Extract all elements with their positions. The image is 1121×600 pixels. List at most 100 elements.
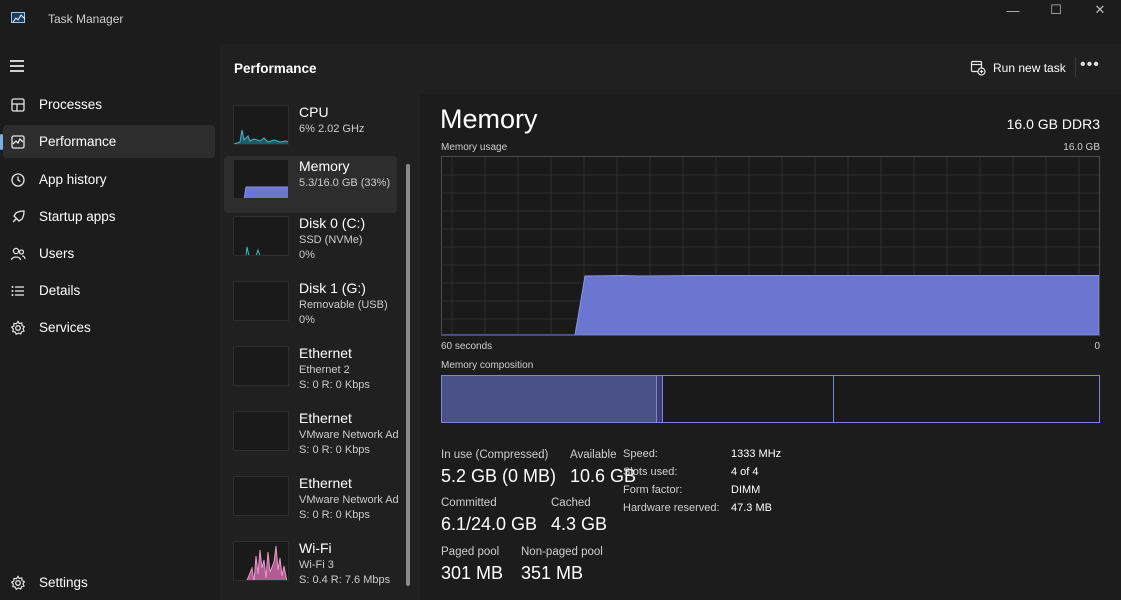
non-paged-pool-value: 351 MB: [521, 563, 584, 583]
device-detail: VMware Network Ad: [299, 494, 399, 506]
more-options-icon[interactable]: •••: [1080, 56, 1100, 74]
device-detail: Removable (USB): [299, 299, 388, 311]
device-usage: S: 0 R: 0 Kbps: [299, 444, 370, 456]
device-detail: 6% 2.02 GHz: [299, 123, 365, 135]
sidebar-item-label: Details: [39, 283, 81, 298]
page-title: Performance: [234, 61, 317, 76]
paged-pool-label: Paged pool: [441, 546, 500, 558]
title-bar: Task Manager — ☐ ✕: [0, 0, 1121, 44]
app-history-icon: [10, 172, 26, 188]
detail-title: Memory: [440, 104, 538, 134]
ethernet-thumbnail-graph: [233, 346, 289, 386]
composition-in-use-segment[interactable]: [442, 376, 656, 422]
memory-usage-graph: [441, 156, 1100, 336]
run-new-task-button[interactable]: Run new task: [970, 58, 1066, 78]
device-name: Ethernet: [299, 410, 352, 426]
device-detail: SSD (NVMe): [299, 234, 363, 246]
settings-gear-icon: [10, 574, 26, 591]
committed-label: Committed: [441, 497, 497, 509]
window-title: Task Manager: [48, 12, 124, 26]
memory-composition-label: Memory composition: [441, 360, 534, 371]
device-list: CPU 6% 2.02 GHz Memory 5.3/16.0 GB (33%)…: [220, 94, 410, 600]
non-paged-pool-label: Non-paged pool: [521, 546, 603, 558]
memory-detail-panel: Memory 16.0 GB DDR3 Memory usage 16.0 GB: [420, 94, 1121, 600]
in-use-label: In use (Compressed): [441, 449, 549, 461]
available-label: Available: [570, 449, 617, 461]
graph-time-start: 60 seconds: [441, 341, 493, 352]
form-factor-value: DIMM: [731, 484, 761, 496]
users-icon: [10, 246, 26, 262]
wifi-thumbnail-graph: [233, 541, 289, 581]
sidebar-item-label: Users: [39, 246, 75, 261]
device-item-ethernet-2[interactable]: Ethernet VMware Network Ad S: 0 R: 0 Kbp…: [224, 408, 399, 465]
sidebar-item-label: Processes: [39, 97, 103, 112]
device-item-disk-0[interactable]: Disk 0 (C:) SSD (NVMe) 0%: [224, 213, 397, 270]
device-detail: VMware Network Ad: [299, 429, 399, 441]
sidebar: Processes Performance App history Startu…: [0, 44, 220, 600]
device-item-ethernet-1[interactable]: Ethernet Ethernet 2 S: 0 R: 0 Kbps: [224, 343, 397, 400]
maximize-button[interactable]: ☐: [1033, 0, 1079, 20]
sidebar-item-label: Startup apps: [39, 209, 116, 224]
device-name: Ethernet: [299, 345, 352, 361]
details-icon: [10, 283, 26, 299]
in-use-value: 5.2 GB (0 MB): [441, 466, 557, 486]
sidebar-item-app-history[interactable]: App history: [3, 163, 215, 196]
disk-0-thumbnail-graph: [233, 216, 289, 256]
run-task-icon: [970, 60, 986, 76]
memory-thumbnail-graph: [233, 159, 289, 199]
device-detail: Ethernet 2: [299, 364, 350, 376]
slots-used-key: Slots used:: [623, 466, 678, 478]
cpu-thumbnail-graph: [233, 105, 289, 145]
graph-time-end: 0: [1094, 341, 1100, 352]
header-divider: [1075, 57, 1076, 77]
memory-composition-bar: [441, 375, 1100, 423]
device-name: Disk 1 (G:): [299, 280, 366, 296]
sidebar-item-label: App history: [39, 172, 107, 187]
processes-icon: [10, 97, 26, 113]
run-new-task-label: Run new task: [993, 61, 1066, 75]
composition-divider: [833, 376, 834, 422]
services-icon: [10, 319, 26, 336]
startup-apps-icon: [10, 209, 26, 225]
memory-spec: 16.0 GB DDR3: [1006, 116, 1100, 132]
memory-usage-max: 16.0 GB: [1063, 142, 1100, 153]
device-usage: S: 0 R: 0 Kbps: [299, 509, 370, 521]
device-usage: 0%: [299, 249, 315, 261]
device-usage: S: 0.4 R: 7.6 Mbps: [299, 574, 391, 586]
sidebar-item-processes[interactable]: Processes: [3, 88, 215, 121]
sidebar-item-details[interactable]: Details: [3, 274, 215, 307]
speed-key: Speed:: [623, 448, 658, 460]
device-detail: Wi-Fi 3: [299, 559, 334, 571]
sidebar-item-label: Services: [39, 320, 91, 335]
hamburger-menu-icon[interactable]: [10, 60, 24, 72]
memory-usage-label: Memory usage: [441, 142, 508, 153]
device-name: Memory: [299, 158, 350, 174]
paged-pool-value: 301 MB: [441, 563, 504, 583]
sidebar-item-services[interactable]: Services: [3, 311, 215, 344]
cached-value: 4.3 GB: [551, 514, 608, 534]
device-item-ethernet-3[interactable]: Ethernet VMware Network Ad S: 0 R: 0 Kbp…: [224, 473, 399, 530]
composition-divider: [662, 376, 663, 422]
device-name: Disk 0 (C:): [299, 215, 366, 231]
sidebar-item-users[interactable]: Users: [3, 237, 215, 270]
close-button[interactable]: ✕: [1077, 0, 1121, 20]
ethernet-thumbnail-graph: [233, 476, 289, 516]
sidebar-item-performance[interactable]: Performance: [0, 125, 215, 158]
sidebar-item-label: Performance: [39, 134, 117, 149]
device-list-scrollbar[interactable]: [406, 164, 410, 586]
device-name: Ethernet: [299, 475, 352, 491]
device-item-cpu[interactable]: CPU 6% 2.02 GHz: [224, 102, 397, 159]
sidebar-item-startup-apps[interactable]: Startup apps: [3, 200, 215, 233]
device-item-memory[interactable]: Memory 5.3/16.0 GB (33%): [224, 156, 397, 213]
form-factor-key: Form factor:: [623, 484, 683, 496]
slots-used-value: 4 of 4: [731, 466, 759, 478]
performance-icon: [10, 134, 26, 150]
device-name: CPU: [299, 104, 329, 120]
sidebar-item-settings[interactable]: Settings: [3, 566, 215, 599]
minimize-button[interactable]: —: [990, 0, 1036, 20]
device-item-wifi[interactable]: Wi-Fi Wi-Fi 3 S: 0.4 R: 7.6 Mbps: [224, 538, 397, 595]
sidebar-item-label: Settings: [39, 575, 88, 590]
device-item-disk-1[interactable]: Disk 1 (G:) Removable (USB) 0%: [224, 278, 397, 335]
ethernet-thumbnail-graph: [233, 411, 289, 451]
device-name: Wi-Fi: [299, 540, 332, 556]
